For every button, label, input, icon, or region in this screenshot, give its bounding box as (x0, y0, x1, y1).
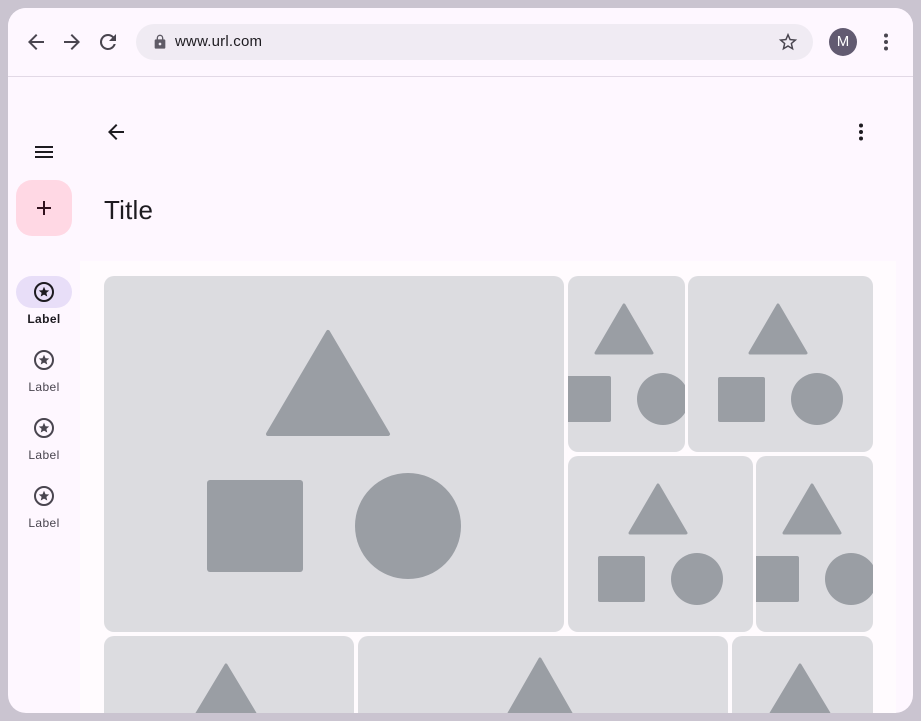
more-vert-icon[interactable] (849, 120, 873, 144)
shapes-placeholder-icon (507, 657, 573, 713)
fab-add-button[interactable] (16, 180, 72, 236)
image-gallery (80, 261, 896, 713)
more-vert-icon[interactable] (874, 30, 898, 54)
address-bar[interactable]: www.url.com (136, 24, 813, 60)
rail-item-2[interactable]: Label (12, 344, 76, 400)
active-indicator (16, 276, 72, 308)
avatar[interactable]: M (829, 28, 857, 56)
rail-item-label: Label (28, 516, 60, 530)
rail-item-label: Label (28, 448, 60, 462)
browser-toolbar: www.url.com M (8, 8, 913, 77)
shapes-placeholder-icon (769, 663, 831, 713)
menu-icon[interactable] (32, 140, 56, 164)
shapes-placeholder-icon (207, 330, 461, 579)
reload-icon[interactable] (96, 30, 120, 54)
rail-item-3[interactable]: Label (12, 412, 76, 468)
gallery-tile[interactable] (756, 456, 873, 632)
add-icon (37, 201, 51, 215)
browser-window: www.url.com M Label Label Label Label Ti… (8, 8, 913, 713)
rail-item-4[interactable]: Label (12, 480, 76, 536)
star-circle-icon (34, 418, 54, 438)
lock-icon (152, 34, 168, 50)
gallery-tile[interactable] (568, 276, 685, 452)
star-circle-icon (34, 282, 54, 302)
gallery-tile[interactable] (104, 276, 564, 632)
page-title: Title (104, 195, 154, 225)
navigation-rail: Label Label Label Label (8, 77, 80, 713)
gallery-tile[interactable] (104, 636, 354, 713)
rail-item-1[interactable]: Label (12, 276, 76, 332)
star-circle-icon (34, 350, 54, 370)
back-arrow-icon[interactable] (104, 120, 128, 144)
shapes-placeholder-icon (568, 303, 685, 425)
shapes-placeholder-icon (195, 663, 257, 713)
gallery-tile[interactable] (568, 456, 753, 632)
gallery-tile[interactable] (358, 636, 728, 713)
star-outline-icon[interactable] (777, 31, 799, 53)
gallery-tile[interactable] (688, 276, 873, 452)
back-arrow-icon[interactable] (24, 30, 48, 54)
gallery-tile[interactable] (732, 636, 873, 713)
shapes-placeholder-icon (598, 483, 723, 605)
shapes-placeholder-icon (718, 303, 843, 425)
url-text[interactable]: www.url.com (175, 33, 262, 50)
shapes-placeholder-icon (756, 483, 873, 605)
star-circle-icon (34, 486, 54, 506)
rail-item-label: Label (27, 312, 61, 326)
forward-arrow-icon[interactable] (60, 30, 84, 54)
rail-item-label: Label (28, 380, 60, 394)
